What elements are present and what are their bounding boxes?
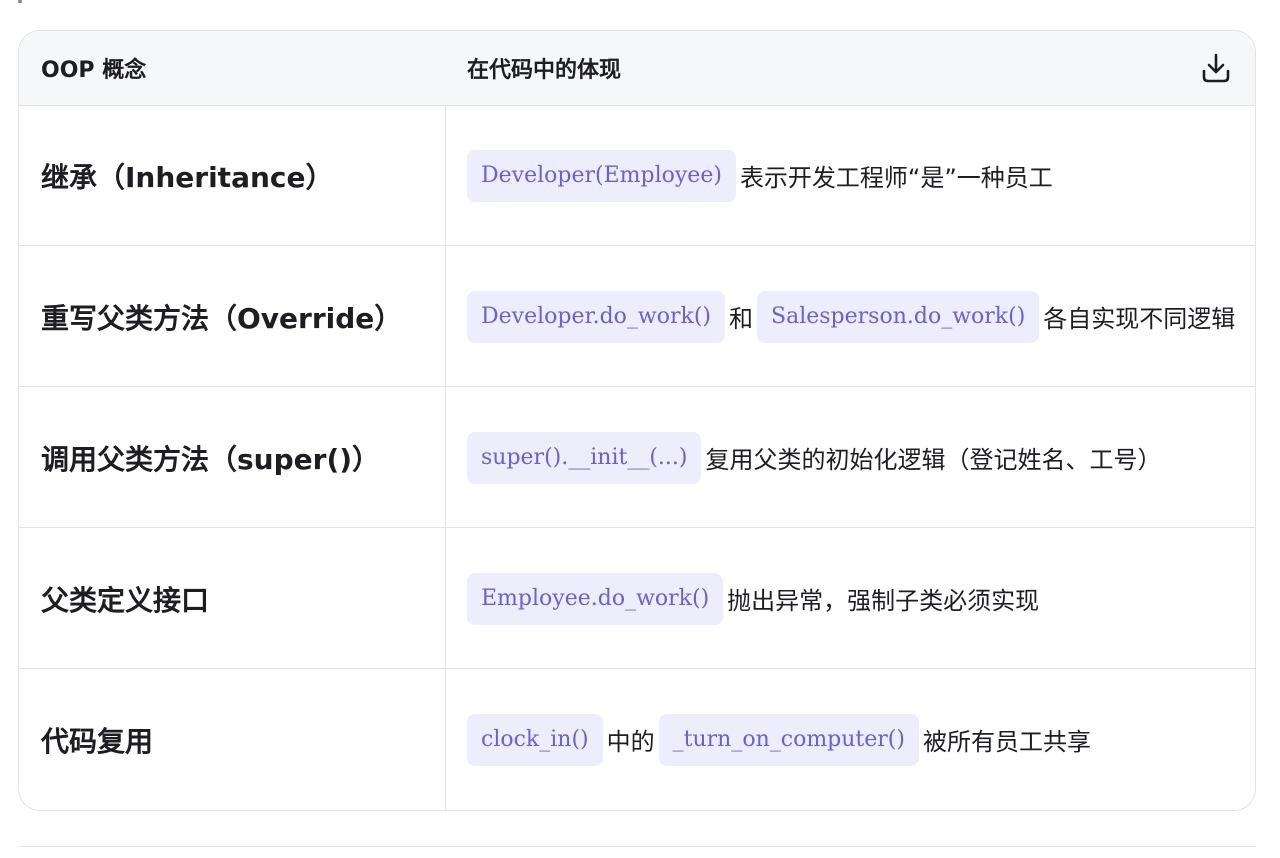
table-header-row: OOP 概念 在代码中的体现	[19, 31, 1255, 106]
concept-cell: 重写父类方法（Override）	[41, 301, 403, 335]
download-button[interactable]	[1197, 49, 1235, 87]
description-text: 抛出异常，强制子类必须实现	[727, 587, 1040, 615]
description-text: 和	[729, 305, 754, 333]
code-snippet: Salesperson.do_work()	[757, 290, 1040, 343]
table-row: 父类定义接口 Employee.do_work() 抛出异常，强制子类必须实现	[19, 528, 1255, 669]
description-cell: Developer.do_work() 和 Salesperson.do_work(…	[467, 246, 1235, 387]
header-code-manifestation: 在代码中的体现	[467, 58, 622, 83]
concept-cell: 继承（Inheritance）	[41, 160, 334, 194]
table-row: 调用父类方法（super()） super().__init__(...) 复用父类…	[19, 387, 1255, 528]
download-icon	[1202, 53, 1230, 83]
header-concept: OOP 概念	[41, 58, 147, 83]
concept-cell: 父类定义接口	[41, 583, 210, 617]
table-row: 代码复用 clock_in() 中的 _turn_on_computer() 被所有员工…	[19, 669, 1255, 810]
code-snippet: Employee.do_work()	[467, 572, 724, 625]
code-snippet: clock_in()	[467, 713, 603, 766]
description-text: 各自实现不同逻辑	[1043, 305, 1236, 333]
table-row: 重写父类方法（Override） Developer.do_work() 和 Sale…	[19, 246, 1255, 387]
description-cell: Employee.do_work() 抛出异常，强制子类必须实现	[467, 528, 1235, 669]
concept-cell: 代码复用	[41, 724, 154, 758]
description-text: 复用父类的初始化逻辑（登记姓名、工号）	[705, 446, 1162, 474]
oop-concepts-table: OOP 概念 在代码中的体现 继承（Inheritance） Developer(…	[18, 30, 1256, 811]
description-text: 中的	[606, 728, 655, 756]
description-cell: super().__init__(...) 复用父类的初始化逻辑（登记姓名、工号）	[467, 387, 1235, 528]
description-text: 表示开发工程师“是”一种员工	[739, 164, 1053, 192]
table-row: 继承（Inheritance） Developer(Employee) 表示开发工程…	[19, 105, 1255, 246]
section-divider	[18, 846, 1256, 847]
description-cell: clock_in() 中的 _turn_on_computer() 被所有员工共享	[467, 669, 1235, 810]
description-text: 被所有员工共享	[922, 728, 1091, 756]
concept-cell: 调用父类方法（super()）	[41, 442, 381, 476]
description-cell: Developer(Employee) 表示开发工程师“是”一种员工	[467, 105, 1235, 246]
code-snippet: _turn_on_computer()	[658, 713, 919, 766]
code-snippet: Developer(Employee)	[467, 149, 736, 202]
code-snippet: super().__init__(...)	[467, 431, 702, 484]
code-snippet: Developer.do_work()	[467, 290, 726, 343]
scroll-fragment	[18, 0, 22, 3]
